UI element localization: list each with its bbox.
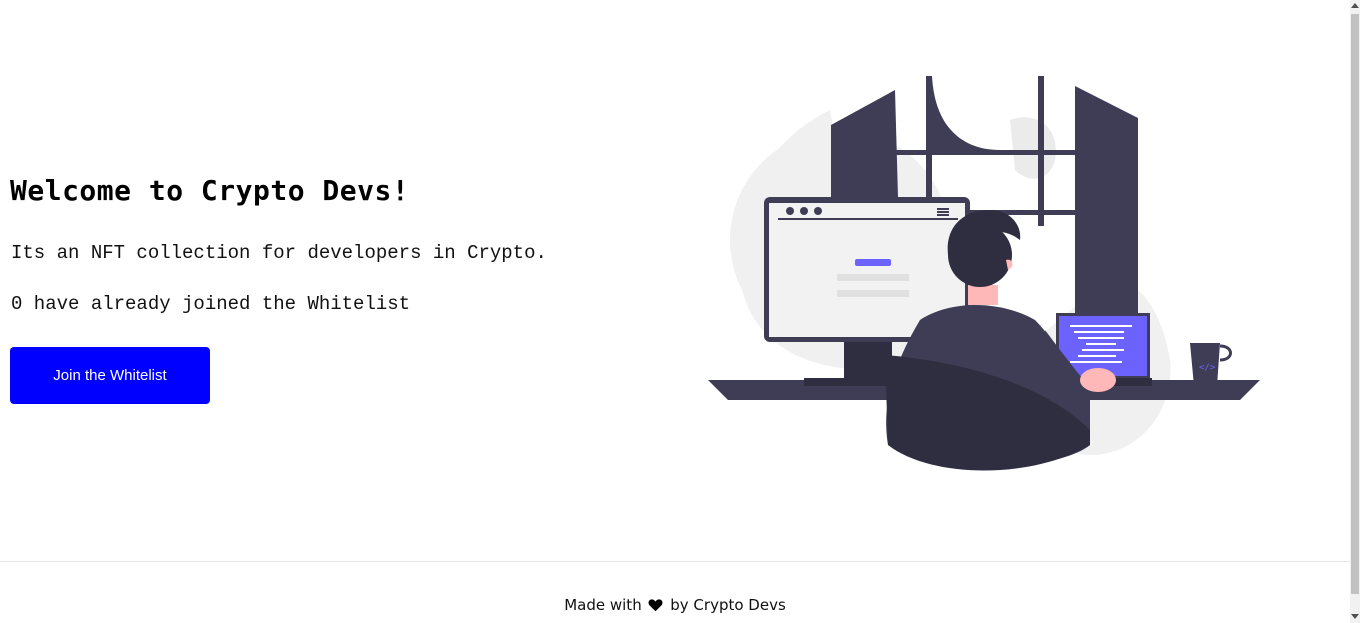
window-bar-top bbox=[895, 150, 1075, 155]
browser-dot bbox=[814, 207, 822, 215]
heart-icon bbox=[649, 599, 663, 612]
main-content: Welcome to Crypto Devs! Its an NFT colle… bbox=[0, 0, 1350, 562]
page-title: Welcome to Crypto Devs! bbox=[10, 174, 410, 207]
scroll-up-arrow-icon[interactable] bbox=[1351, 3, 1359, 8]
footer: Made with by Crypto Devs bbox=[0, 561, 1350, 623]
mug-handle bbox=[1219, 344, 1232, 362]
whitelist-count: 0 have already joined the Whitelist bbox=[11, 293, 411, 315]
scrollbar-thumb[interactable] bbox=[1351, 14, 1359, 594]
scroll-down-arrow-icon[interactable] bbox=[1351, 614, 1359, 619]
window-mullion-center bbox=[1038, 76, 1044, 226]
vertical-scrollbar[interactable] bbox=[1350, 0, 1360, 623]
neck bbox=[968, 285, 998, 305]
page: Welcome to Crypto Devs! Its an NFT colle… bbox=[0, 0, 1360, 623]
developer-illustration: </> bbox=[708, 76, 1260, 471]
menu-icon bbox=[937, 214, 949, 216]
browser-dot bbox=[786, 207, 794, 215]
footer-suffix: by Crypto Devs bbox=[670, 596, 786, 614]
footer-prefix: Made with bbox=[564, 596, 642, 614]
background-blob-2 bbox=[1010, 117, 1056, 179]
menu-icon bbox=[937, 211, 949, 213]
window-right-panel bbox=[1075, 86, 1138, 350]
mug-code-icon: </> bbox=[1199, 363, 1216, 373]
curtain-curve bbox=[932, 76, 1000, 150]
collection-description: Its an NFT collection for developers in … bbox=[11, 242, 547, 264]
browser-dot bbox=[800, 207, 808, 215]
monitor-stand bbox=[844, 340, 892, 380]
hand bbox=[1080, 368, 1116, 392]
browser-divider bbox=[778, 218, 958, 220]
menu-icon bbox=[937, 208, 949, 210]
join-whitelist-button[interactable]: Join the Whitelist bbox=[10, 347, 210, 404]
screen-accent-bar bbox=[855, 259, 891, 266]
screen-line bbox=[837, 290, 909, 297]
screen-line bbox=[837, 274, 909, 281]
footer-credit: Made with by Crypto Devs bbox=[0, 596, 1350, 614]
